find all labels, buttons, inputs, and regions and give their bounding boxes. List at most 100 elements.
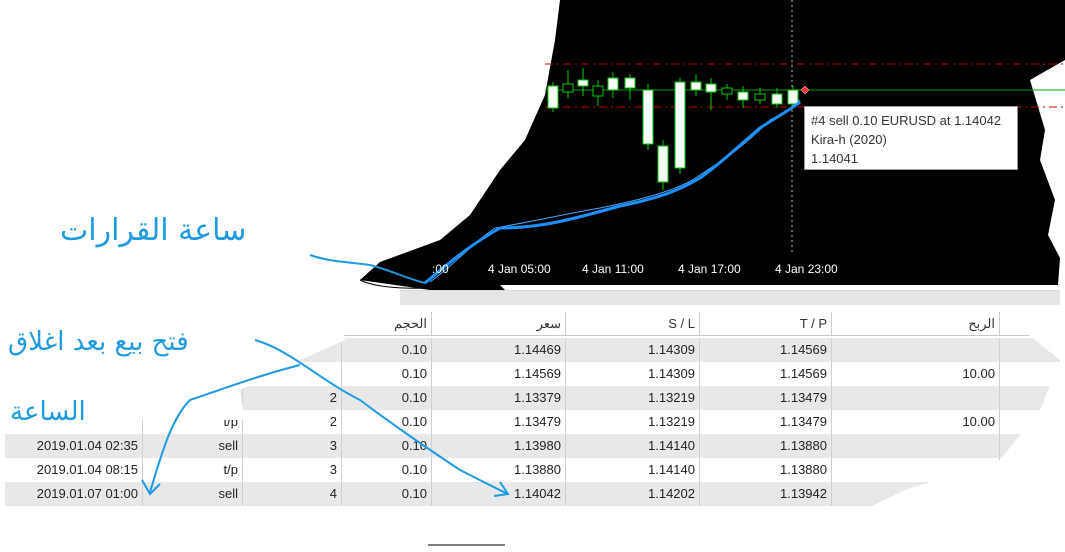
- cell-tp: 1.13942: [700, 482, 832, 506]
- cell-profit: 10.00: [832, 410, 1000, 434]
- cell-order: [243, 338, 342, 362]
- table-row[interactable]: 0.10 1.14569 1.14309 1.14569 10.00: [0, 362, 1060, 386]
- cell-sl: 1.14140: [566, 434, 700, 458]
- chart-table-separator: [400, 290, 1060, 305]
- cell-time: 2019.01.04 02:35: [5, 434, 143, 458]
- cell-tp: 1.13880: [700, 458, 832, 482]
- cell-tp: 1.14569: [700, 338, 832, 362]
- tooltip-line-3: 1.14041: [811, 151, 858, 166]
- table-header-row: الحجم سعر S / L T / P الربح: [0, 312, 1060, 336]
- header-profit[interactable]: الربح: [832, 312, 1000, 336]
- cell-price: 1.13980: [432, 434, 566, 458]
- cell-extra: [1000, 482, 1060, 506]
- table-row[interactable]: t/p 2 0.10 1.13479 1.13219 1.13479 10.00: [0, 410, 1060, 434]
- candle-body: [562, 83, 574, 93]
- cell-order: 4: [243, 482, 342, 506]
- cell-sl: 1.14140: [566, 458, 700, 482]
- cell-tp: 1.13880: [700, 434, 832, 458]
- candle-body: [787, 89, 799, 105]
- table-row[interactable]: 0.10 1.14469 1.14309 1.14569: [0, 338, 1060, 362]
- cell-type: sell: [143, 434, 243, 458]
- header-extra: [1000, 312, 1060, 336]
- header-volume[interactable]: الحجم: [342, 312, 432, 336]
- cell-type: t/p: [143, 410, 243, 434]
- cell-price: 1.13379: [432, 386, 566, 410]
- cell-tp: 1.13479: [700, 410, 832, 434]
- tooltip-line-1: #4 sell 0.10 EURUSD at 1.14042: [811, 113, 1002, 128]
- header-price[interactable]: سعر: [432, 312, 566, 336]
- time-axis-label-partial: :00: [432, 262, 449, 276]
- cell-time: 2019.01.07 01:00: [5, 482, 143, 506]
- cell-profit: [832, 482, 1000, 506]
- cell-extra: [1000, 338, 1060, 362]
- cell-sl: 1.13219: [566, 386, 700, 410]
- time-axis-label-1: 4 Jan 11:00: [582, 262, 644, 276]
- cell-extra: [1000, 362, 1060, 386]
- cell-order: 3: [243, 458, 342, 482]
- cell-extra: [1000, 434, 1060, 458]
- cell-price: 1.14569: [432, 362, 566, 386]
- cell-time: [5, 410, 143, 434]
- cell-time: [5, 386, 143, 410]
- time-axis-label-3: 4 Jan 23:00: [775, 262, 838, 276]
- cell-price: 1.14469: [432, 338, 566, 362]
- cell-profit: 10.00: [832, 362, 1000, 386]
- cell-order: 2: [243, 410, 342, 434]
- cell-tp: 1.14569: [700, 362, 832, 386]
- table-row[interactable]: y 2 0.10 1.13379 1.13219 1.13479: [0, 386, 1060, 410]
- cell-volume: 0.10: [342, 410, 432, 434]
- cell-profit: [832, 434, 1000, 458]
- cell-type: sell: [143, 482, 243, 506]
- cell-type: [143, 362, 243, 386]
- table-row[interactable]: 2019.01.04 02:35 sell 3 0.10 1.13980 1.14140 1…: [0, 434, 1060, 458]
- table-row[interactable]: 2019.01.07 01:00 sell 4 0.10 1.14042 1.14202 1…: [0, 482, 1060, 506]
- candle-body: [705, 83, 717, 93]
- candle-body: [577, 79, 589, 87]
- cell-volume: 0.10: [342, 338, 432, 362]
- table-row[interactable]: 2019.01.04 08:15 t/p 3 0.10 1.13880 1.14140 1.…: [0, 458, 1060, 482]
- cell-volume: 0.10: [342, 362, 432, 386]
- cell-sl: 1.13219: [566, 410, 700, 434]
- cell-price: 1.13479: [432, 410, 566, 434]
- time-axis-label-0: 4 Jan 05:00: [488, 262, 551, 276]
- cell-order: 2: [243, 386, 342, 410]
- cell-volume: 0.10: [342, 482, 432, 506]
- candle-body: [674, 81, 686, 169]
- cell-tp: 1.13479: [700, 386, 832, 410]
- candle-body: [624, 77, 636, 89]
- cell-type: [143, 338, 243, 362]
- tooltip-line-2: Kira-h (2020): [811, 132, 887, 147]
- cell-order: [243, 362, 342, 386]
- cell-volume: 0.10: [342, 434, 432, 458]
- cell-volume: 0.10: [342, 386, 432, 410]
- candle-body: [737, 91, 749, 101]
- cell-price: 1.14042: [432, 482, 566, 506]
- cell-extra: [1000, 410, 1060, 434]
- cell-profit: [832, 338, 1000, 362]
- cell-order: 3: [243, 434, 342, 458]
- cell-extra: [1000, 386, 1060, 410]
- candle-body: [642, 89, 654, 145]
- candle-body: [592, 85, 604, 97]
- cell-type: t/p: [143, 458, 243, 482]
- cell-time: [5, 338, 143, 362]
- candle-body: [657, 145, 669, 183]
- header-tp[interactable]: T / P: [700, 312, 832, 336]
- cell-profit: [832, 458, 1000, 482]
- cell-price: 1.13880: [432, 458, 566, 482]
- cell-time: 2019.01.04 08:15: [5, 458, 143, 482]
- candle-body: [754, 93, 766, 101]
- chart-area[interactable]: :00 4 Jan 05:00 4 Jan 11:00 4 Jan 17:00 …: [0, 0, 1065, 290]
- header-sl[interactable]: S / L: [566, 312, 700, 336]
- cell-sl: 1.14309: [566, 362, 700, 386]
- cell-extra: [1000, 458, 1060, 482]
- candle-body: [771, 93, 783, 105]
- cell-type: y: [143, 386, 243, 410]
- cell-profit: [832, 386, 1000, 410]
- cell-sl: 1.14202: [566, 482, 700, 506]
- trade-tooltip: #4 sell 0.10 EURUSD at 1.14042 Kira-h (2…: [804, 106, 1018, 170]
- candle-body: [690, 81, 702, 91]
- candle-body: [547, 85, 559, 109]
- candle-body: [607, 77, 619, 91]
- cell-sl: 1.14309: [566, 338, 700, 362]
